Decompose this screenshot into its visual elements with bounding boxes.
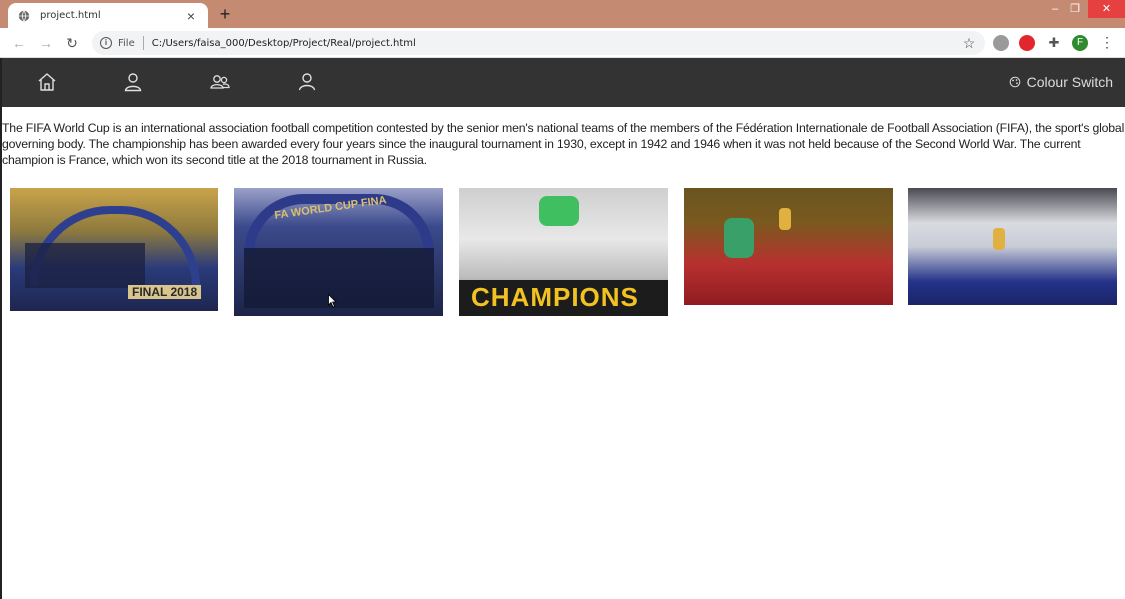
image-banner-text: CHAMPIONS <box>471 282 639 312</box>
world-cup-final-celebration-photo: FA WORLD CUP FINA <box>234 188 443 316</box>
user-icon[interactable] <box>122 71 144 93</box>
puzzle-extensions-icon[interactable]: ✚ <box>1046 35 1062 51</box>
red-team-trophy-photo <box>684 188 893 305</box>
globe-icon <box>18 10 30 21</box>
browser-menu-icon[interactable]: ⋮ <box>1100 34 1114 51</box>
colour-switch-label: Colour Switch <box>1026 74 1113 90</box>
site-navbar: Colour Switch <box>2 58 1125 107</box>
info-icon[interactable]: i <box>100 37 112 49</box>
browser-titlebar: project.html × + – ❐ ✕ <box>0 0 1125 28</box>
opera-extension-icon[interactable] <box>1019 35 1035 51</box>
mouse-cursor-icon <box>328 294 337 308</box>
extension-icon[interactable] <box>993 35 1009 51</box>
browser-tab[interactable]: project.html × <box>8 3 208 28</box>
forward-button[interactable]: → <box>37 34 55 52</box>
intro-paragraph: The FIFA World Cup is an international a… <box>2 121 1125 167</box>
browser-toolbar: ← → ↻ i File C:/Users/faisa_000/Desktop/… <box>0 28 1125 58</box>
address-divider <box>142 36 144 50</box>
image-banner-text: FINAL 2018 <box>128 285 202 299</box>
colour-switch-button[interactable]: Colour Switch <box>1009 72 1113 92</box>
file-label: File <box>118 37 135 49</box>
profile-icon[interactable] <box>296 71 318 93</box>
users-icon[interactable] <box>209 71 231 93</box>
tab-title: project.html <box>40 10 101 21</box>
reload-button[interactable]: ↻ <box>63 34 81 52</box>
profile-avatar[interactable]: F <box>1072 35 1088 51</box>
maximize-button[interactable]: ❐ <box>1063 0 1087 18</box>
web-page: Colour Switch The FIFA World Cup is an i… <box>0 58 1125 599</box>
tab-close-icon[interactable]: × <box>184 8 198 24</box>
new-tab-button[interactable]: + <box>216 3 234 25</box>
url-text[interactable]: C:/Users/faisa_000/Desktop/Project/Real/… <box>152 38 959 49</box>
close-window-button[interactable]: ✕ <box>1088 0 1125 18</box>
confetti-celebration-photo <box>908 188 1117 305</box>
palette-icon <box>1009 76 1020 88</box>
address-bar[interactable]: i File C:/Users/faisa_000/Desktop/Projec… <box>92 31 985 55</box>
home-icon[interactable] <box>36 71 58 93</box>
bookmark-star-icon[interactable]: ☆ <box>959 35 979 52</box>
germany-champions-photo: CHAMPIONS <box>459 188 668 316</box>
france-2018-final-photo: FINAL 2018 <box>10 188 218 311</box>
back-button[interactable]: ← <box>10 34 28 52</box>
